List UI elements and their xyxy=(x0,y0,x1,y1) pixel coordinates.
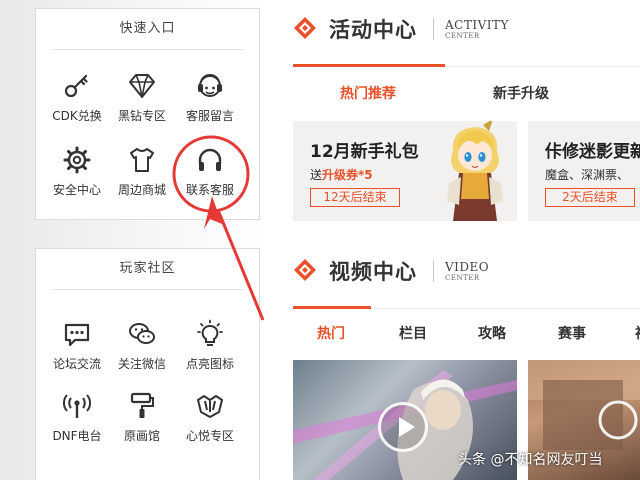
play-button-icon[interactable] xyxy=(378,402,428,452)
diamond-icon xyxy=(127,71,157,101)
cdk-redeem-label: CDK兑换 xyxy=(52,109,102,123)
tab-video-columns[interactable]: 栏目 xyxy=(399,323,427,343)
security-center-link[interactable]: 安全中心 xyxy=(40,145,114,207)
follow-wechat-label: 关注微信 xyxy=(117,357,166,371)
cdk-redeem-link[interactable]: CDK兑换 xyxy=(40,71,114,133)
forum-link[interactable]: 论坛交流 xyxy=(40,319,114,381)
activity-card-deadline-badge: 2天后结束 xyxy=(545,188,635,207)
anime-character-illustration xyxy=(447,121,503,221)
merch-store-link[interactable]: 周边商城 xyxy=(105,145,179,207)
contact-support-label: 联系客服 xyxy=(185,183,234,197)
tab-hot-recommend[interactable]: 热门推荐 xyxy=(340,83,396,103)
activity-card-title: 12月新手礼包 xyxy=(310,142,419,162)
service-message-link[interactable]: 客服留言 xyxy=(173,71,247,133)
tab-video-events[interactable]: 赛事 xyxy=(558,323,586,343)
tshirt-icon xyxy=(127,145,157,175)
activity-card-newbie-pack[interactable]: 12月新手礼包 送升级券*5 12天后结束 xyxy=(293,121,517,221)
radio-antenna-icon xyxy=(62,391,92,421)
paint-roller-icon xyxy=(127,391,157,421)
tab-video-guides[interactable]: 攻略 xyxy=(478,323,506,343)
activity-center-title: 活动中心 xyxy=(329,18,417,42)
video-en-title: VIDEO xyxy=(445,260,490,274)
lightbulb-icon xyxy=(195,319,225,349)
dnf-radio-label: DNF电台 xyxy=(52,429,102,443)
quick-entry-title: 快速入口 xyxy=(119,21,176,36)
community-panel: 玩家社区 论坛交流 关注微信 点亮图标 DNF电台 原画馆 心悦专区 xyxy=(35,248,260,480)
light-icon-label: 点亮图标 xyxy=(185,357,234,371)
video-center-title: 视频中心 xyxy=(329,260,417,284)
wechat-icon xyxy=(127,319,157,349)
diamond-logo-icon xyxy=(293,258,317,282)
video-active-tab-indicator xyxy=(293,306,371,309)
chat-bubble-icon xyxy=(62,319,92,349)
light-icon-link[interactable]: 点亮图标 xyxy=(173,319,247,381)
headphones-icon xyxy=(195,145,225,175)
xinyue-zone-link[interactable]: 心悦专区 xyxy=(173,391,247,453)
divider xyxy=(433,260,434,282)
dnf-radio-link[interactable]: DNF电台 xyxy=(40,391,114,453)
headset-agent-icon xyxy=(195,71,225,101)
divider xyxy=(51,49,244,50)
activity-card-title: 佧修迷影更新 xyxy=(545,142,640,162)
activity-card-update[interactable]: 佧修迷影更新 魔盒、深渊票、 2天后结束 xyxy=(528,121,640,221)
tab-video-more[interactable]: 视 xyxy=(635,323,640,343)
follow-wechat-link[interactable]: 关注微信 xyxy=(105,319,179,381)
gear-icon xyxy=(62,145,92,175)
merch-store-label: 周边商城 xyxy=(117,183,166,197)
activity-card-deadline-badge: 12天后结束 xyxy=(310,188,400,207)
tab-newbie-upgrade[interactable]: 新手升级 xyxy=(493,83,549,103)
divider xyxy=(51,289,244,290)
security-center-label: 安全中心 xyxy=(52,183,101,197)
vip-crest-icon xyxy=(195,391,225,421)
divider xyxy=(433,18,434,40)
quick-entry-panel: 快速入口 CDK兑换 黑钻专区 客服留言 安全中心 周边商城 联系客服 xyxy=(35,8,260,220)
community-title: 玩家社区 xyxy=(119,261,176,276)
key-icon xyxy=(62,71,92,101)
service-message-label: 客服留言 xyxy=(185,109,234,123)
video-en-subtitle: CENTER xyxy=(445,274,480,282)
tab-video-hot[interactable]: 热门 xyxy=(317,323,345,343)
forum-label: 论坛交流 xyxy=(52,357,101,371)
diamond-logo-icon xyxy=(293,16,317,40)
xinyue-zone-label: 心悦专区 xyxy=(185,429,234,443)
art-gallery-link[interactable]: 原画馆 xyxy=(105,391,179,453)
contact-support-link[interactable]: 联系客服 xyxy=(173,145,247,207)
activity-card-subtitle: 送升级券*5 xyxy=(310,168,373,182)
art-gallery-label: 原画馆 xyxy=(123,429,160,443)
watermark-text: 头条 @不知名网友叮当 xyxy=(458,452,603,468)
activity-active-tab-indicator xyxy=(293,64,445,67)
black-diamond-zone-label: 黑钻专区 xyxy=(117,109,166,123)
black-diamond-zone-link[interactable]: 黑钻专区 xyxy=(105,71,179,133)
activity-card-subtitle: 魔盒、深渊票、 xyxy=(545,168,630,182)
activity-en-title: ACTIVITY xyxy=(445,18,509,32)
activity-en-subtitle: CENTER xyxy=(445,32,480,40)
